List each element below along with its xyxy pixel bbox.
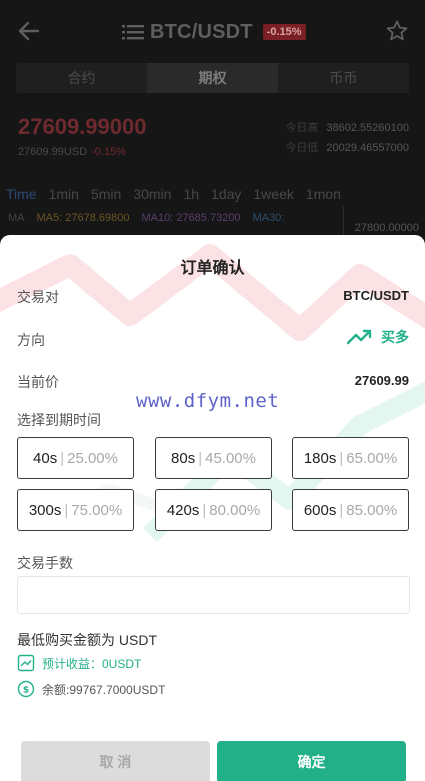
expiry-option-180s[interactable]: 180s | 65.00%	[292, 437, 409, 479]
period-selector: Time 1min 5min 30min 1h 1day 1week 1mon	[6, 186, 341, 202]
ma30-value: MA30:	[252, 212, 285, 224]
tab-contract[interactable]: 合约	[16, 63, 147, 93]
market-tabs: 合约 期权 币币	[16, 63, 409, 93]
expiry-option-300s[interactable]: 300s | 75.00%	[17, 489, 134, 531]
last-price: 27609.99000	[18, 114, 147, 139]
amount-input[interactable]	[17, 576, 410, 614]
pair-name: BTC/USDT	[150, 20, 253, 43]
period-1mon[interactable]: 1mon	[306, 186, 341, 202]
ma5-value: MA5: 27678.69800	[36, 212, 130, 224]
chart-up-icon	[17, 654, 35, 672]
sub-change: -0.15%	[91, 146, 126, 158]
pair-value: BTC/USDT	[343, 288, 409, 303]
cancel-button[interactable]: 取 消	[21, 741, 210, 781]
star-icon[interactable]	[385, 19, 409, 43]
period-5min[interactable]: 5min	[91, 186, 121, 202]
order-confirm-sheet: 订单确认 交易对 BTC/USDT 方向 买多 当前价 27609.99 www…	[0, 235, 425, 781]
today-low-value: 20029.46557000	[326, 142, 409, 154]
option-rate: 80.00%	[209, 501, 261, 519]
direction-value: 买多	[381, 329, 409, 345]
expiry-option-40s[interactable]: 40s | 25.00%	[17, 437, 134, 479]
option-duration: 300s	[28, 501, 62, 519]
coin-icon: $	[17, 680, 35, 698]
sheet-title: 订单确认	[180, 260, 245, 277]
period-1week[interactable]: 1week	[253, 186, 293, 202]
option-rate: 75.00%	[71, 501, 123, 519]
period-30min[interactable]: 30min	[133, 186, 171, 202]
expiry-option-420s[interactable]: 420s | 80.00%	[155, 489, 272, 531]
svg-text:$: $	[23, 686, 29, 696]
option-duration: 40s	[33, 449, 58, 467]
ma10-value: MA10: 27685.73200	[141, 212, 241, 224]
expiry-label: 选择到期时间	[17, 412, 101, 428]
option-duration: 420s	[166, 501, 200, 519]
price-sub: 27609.99USD -0.15%	[18, 146, 126, 158]
expected-profit: 预计收益：0USDT	[17, 654, 141, 672]
balance: $ 余额:99767.7000USDT	[17, 680, 165, 698]
option-duration: 180s	[303, 449, 337, 467]
option-rate: 85.00%	[346, 501, 398, 519]
today-low: 今日低 20029.46557000	[285, 139, 409, 155]
trending-up-icon	[347, 329, 372, 345]
current-price-value: 27609.99	[354, 373, 409, 388]
period-1day[interactable]: 1day	[211, 186, 241, 202]
option-duration: 600s	[303, 501, 337, 519]
arrow-left-icon[interactable]	[16, 18, 42, 44]
chart-divider	[343, 206, 344, 236]
tab-options[interactable]: 期权	[147, 63, 278, 93]
tab-spot[interactable]: 币币	[278, 63, 409, 93]
pair-title[interactable]: BTC/USDT -0.15%	[122, 18, 306, 46]
ma-label: MA	[8, 212, 25, 224]
direction-label: 方向	[17, 332, 45, 348]
amount-label: 交易手数	[17, 555, 73, 571]
axis-price: 27800.00000	[354, 222, 419, 234]
expiry-option-600s[interactable]: 600s | 85.00%	[292, 489, 409, 531]
list-icon	[122, 25, 144, 40]
period-1min[interactable]: 1min	[49, 186, 79, 202]
option-rate: 25.00%	[67, 449, 118, 467]
confirm-button[interactable]: 确定	[217, 741, 406, 781]
change-badge: -0.15%	[262, 24, 306, 40]
today-high-value: 38602.55260100	[326, 122, 409, 134]
expiry-option-80s[interactable]: 80s | 45.00%	[155, 437, 272, 479]
option-duration: 80s	[171, 449, 196, 467]
direction-value-wrap: 买多	[347, 327, 409, 347]
option-rate: 65.00%	[346, 449, 398, 467]
period-1h[interactable]: 1h	[183, 186, 199, 202]
watermark: www.dfym.net	[136, 390, 280, 412]
today-low-label: 今日低	[285, 142, 319, 154]
min-buy-text: 最低购买金额为 USDT	[17, 632, 157, 648]
header: BTC/USDT -0.15%	[0, 0, 425, 62]
expected-profit-text: 预计收益：0USDT	[42, 656, 142, 671]
today-high: 今日高 38602.55260100	[285, 119, 409, 135]
sub-price: 27609.99USD	[18, 146, 88, 158]
pair-label: 交易对	[17, 289, 59, 305]
period-time[interactable]: Time	[6, 186, 37, 202]
ma-indicators: MA MA5: 27678.69800 MA10: 27685.73200 MA…	[8, 212, 284, 224]
today-high-label: 今日高	[285, 122, 319, 134]
option-rate: 45.00%	[205, 449, 256, 467]
current-price-label: 当前价	[17, 374, 59, 390]
balance-text: 余额:99767.7000USDT	[42, 682, 166, 697]
